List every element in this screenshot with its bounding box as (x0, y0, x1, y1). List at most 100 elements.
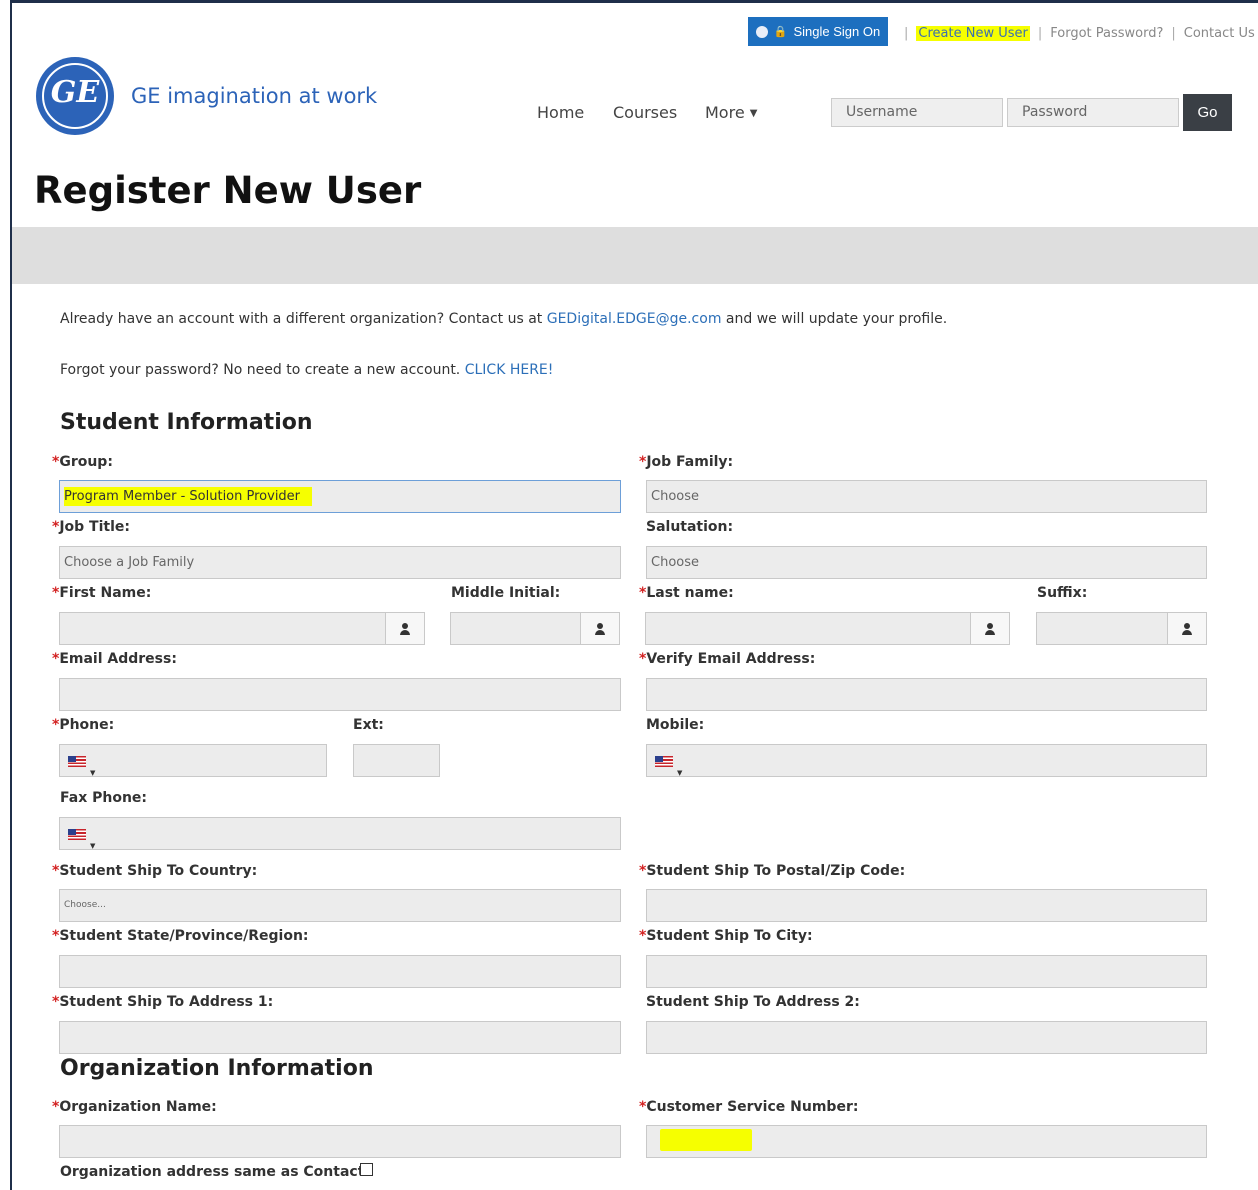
nav-home[interactable]: Home (537, 103, 584, 122)
salutation-label: Salutation: (646, 519, 734, 535)
person-icon (1181, 622, 1193, 635)
suffix-input[interactable] (1036, 612, 1207, 645)
title-band (12, 227, 1258, 284)
label-text: Last name: (646, 585, 734, 601)
person-icon (594, 622, 606, 635)
label-text: Student Ship To City: (646, 928, 813, 944)
chevron-down-icon: ▼ (90, 842, 96, 850)
window-border-top (10, 0, 1258, 3)
label-text: First Name: (59, 585, 152, 601)
email-input[interactable] (59, 678, 621, 711)
last-name-addon (970, 612, 1010, 645)
postal-code-input[interactable] (646, 889, 1207, 922)
email-label: *Email Address: (52, 651, 177, 667)
suffix-addon (1167, 612, 1207, 645)
verify-email-label: *Verify Email Address: (639, 651, 815, 667)
salutation-select[interactable]: Choose (646, 546, 1207, 579)
organization-information-heading: Organization Information (60, 1056, 374, 1081)
address2-label: Student Ship To Address 2: (646, 994, 860, 1010)
first-name-label: *First Name: (52, 585, 151, 601)
organization-name-label: *Organization Name: (52, 1099, 217, 1115)
same-address-checkbox[interactable] (360, 1163, 373, 1176)
window-border-left (10, 0, 12, 1190)
label-text: Student Ship To Country: (59, 863, 258, 879)
address1-input[interactable] (59, 1021, 621, 1054)
label-text: Verify Email Address: (646, 651, 816, 667)
middle-initial-addon (580, 612, 620, 645)
nav-courses[interactable]: Courses (613, 103, 677, 122)
label-text: Job Family: (646, 454, 734, 470)
existing-account-note: Already have an account with a different… (60, 311, 947, 327)
last-name-input[interactable] (645, 612, 1010, 645)
address1-label: *Student Ship To Address 1: (52, 994, 273, 1010)
separator: | (1037, 25, 1043, 41)
job-title-select[interactable]: Choose a Job Family (59, 546, 621, 579)
note-text: Already have an account with a different… (60, 311, 547, 327)
group-select[interactable]: Program Member - Solution Provider (59, 480, 621, 513)
chevron-down-icon: ▼ (90, 769, 96, 777)
verify-email-input[interactable] (646, 678, 1207, 711)
middle-initial-input[interactable] (450, 612, 620, 645)
label-text: Job Title: (59, 519, 130, 535)
us-flag-icon[interactable] (655, 756, 673, 767)
label-text: Group: (59, 454, 113, 470)
fax-label: Fax Phone: (60, 790, 148, 806)
nav-more-label: More (705, 103, 745, 122)
forgot-password-link[interactable]: Forgot Password? (1050, 26, 1163, 41)
state-input[interactable] (59, 955, 621, 988)
label-text: Student Ship To Address 1: (59, 994, 274, 1010)
chevron-down-icon: ▼ (677, 769, 683, 777)
ge-logo[interactable]: GE (36, 57, 114, 135)
label-text: Student Ship To Postal/Zip Code: (646, 863, 906, 879)
organization-name-input[interactable] (59, 1125, 621, 1158)
phone-input[interactable]: ▼ (59, 744, 327, 777)
middle-initial-label: Middle Initial: (451, 585, 561, 601)
username-input[interactable]: Username (831, 98, 1003, 127)
mobile-input[interactable]: ▼ (646, 744, 1207, 777)
support-email-link[interactable]: GEDigital.EDGE@ge.com (547, 311, 722, 327)
nav-more[interactable]: More ▼ (705, 103, 757, 122)
create-new-user-link[interactable]: Create New User (916, 25, 1030, 41)
student-information-heading: Student Information (60, 410, 313, 435)
city-input[interactable] (646, 955, 1207, 988)
job-title-label: *Job Title: (52, 519, 130, 535)
person-icon (399, 622, 411, 635)
page-title: Register New User (34, 169, 422, 212)
job-family-label: *Job Family: (639, 454, 733, 470)
ext-input[interactable] (353, 744, 440, 777)
us-flag-icon[interactable] (68, 829, 86, 840)
postal-code-label: *Student Ship To Postal/Zip Code: (639, 863, 905, 879)
country-select[interactable]: Choose... (59, 889, 621, 922)
us-flag-icon[interactable] (68, 756, 86, 767)
customer-service-number-label: *Customer Service Number: (639, 1099, 858, 1115)
fax-input[interactable]: ▼ (59, 817, 621, 850)
separator: | (1171, 25, 1176, 41)
last-name-label: *Last name: (639, 585, 734, 601)
label-text: Customer Service Number: (646, 1099, 859, 1115)
mobile-label: Mobile: (646, 717, 705, 733)
highlight-mark (660, 1129, 752, 1151)
password-input[interactable]: Password (1007, 98, 1179, 127)
single-sign-on-button[interactable]: 🔒 Single Sign On (748, 17, 888, 46)
label-text: Organization Name: (59, 1099, 217, 1115)
address2-input[interactable] (646, 1021, 1207, 1054)
country-label: *Student Ship To Country: (52, 863, 257, 879)
globe-icon (755, 25, 768, 38)
ext-label: Ext: (353, 717, 384, 733)
sso-label: Single Sign On (793, 24, 881, 39)
lock-icon: 🔒 (773, 26, 788, 38)
go-button[interactable]: Go (1183, 94, 1232, 131)
same-address-label: Organization address same as Contact: (60, 1164, 370, 1180)
suffix-label: Suffix: (1037, 585, 1088, 601)
click-here-link[interactable]: CLICK HERE! (465, 362, 554, 378)
forgot-password-note: Forgot your password? No need to create … (60, 362, 553, 378)
logo-monogram: GE (50, 75, 100, 110)
first-name-input[interactable] (59, 612, 425, 645)
chevron-down-icon: ▼ (749, 108, 758, 119)
job-family-select[interactable]: Choose (646, 480, 1207, 513)
contact-us-link[interactable]: Contact Us (1184, 26, 1255, 41)
label-text: Student State/Province/Region: (59, 928, 309, 944)
group-value: Program Member - Solution Provider (64, 487, 313, 506)
brand-tagline: GE imagination at work (131, 84, 378, 108)
state-label: *Student State/Province/Region: (52, 928, 309, 944)
